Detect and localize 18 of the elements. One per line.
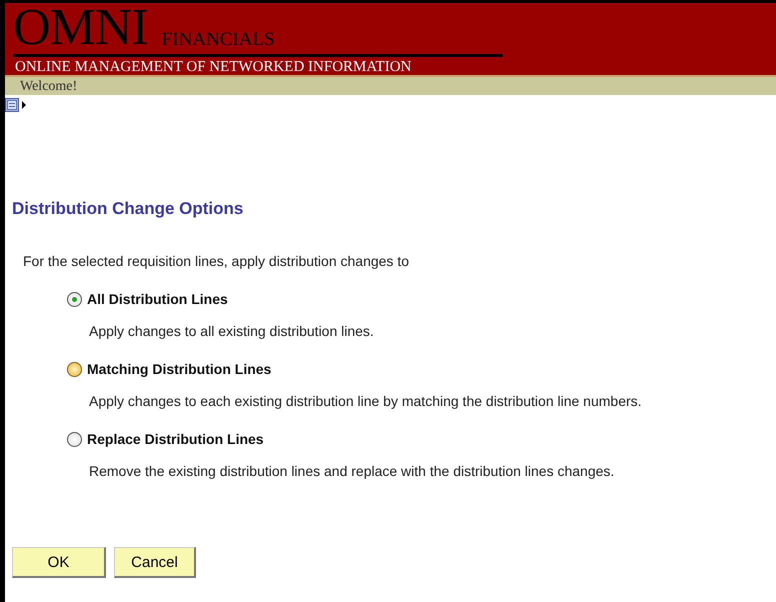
cancel-button[interactable]: Cancel — [114, 547, 196, 578]
tagline: ONLINE MANAGEMENT OF NETWORKED INFORMATION — [15, 59, 412, 76]
option-description: Remove the existing distribution lines and replace with the distribution lines changes. — [89, 463, 616, 479]
welcome-text: Welcome! — [20, 79, 78, 94]
option-description: Apply changes to all existing distribution lines. — [89, 323, 375, 339]
instruction-text: For the selected requisition lines, apply distribution changes to — [23, 253, 410, 269]
option-label[interactable]: All Distribution Lines — [87, 291, 228, 307]
ok-button[interactable]: OK — [12, 547, 106, 578]
radio-button[interactable] — [67, 292, 82, 306]
radio-button[interactable] — [67, 432, 82, 446]
radio-button[interactable] — [67, 362, 82, 376]
logo-text: OMNI — [13, 5, 148, 51]
option-label[interactable]: Replace Distribution Lines — [87, 431, 264, 447]
logo-subtitle: FINANCIALS — [162, 29, 275, 51]
menu-icon[interactable] — [5, 98, 26, 112]
option-label[interactable]: Matching Distribution Lines — [87, 361, 272, 377]
page-title: Distribution Change Options — [12, 199, 244, 219]
option-description: Apply changes to each existing distribution line by matching the distribution line numbers. — [89, 393, 643, 409]
